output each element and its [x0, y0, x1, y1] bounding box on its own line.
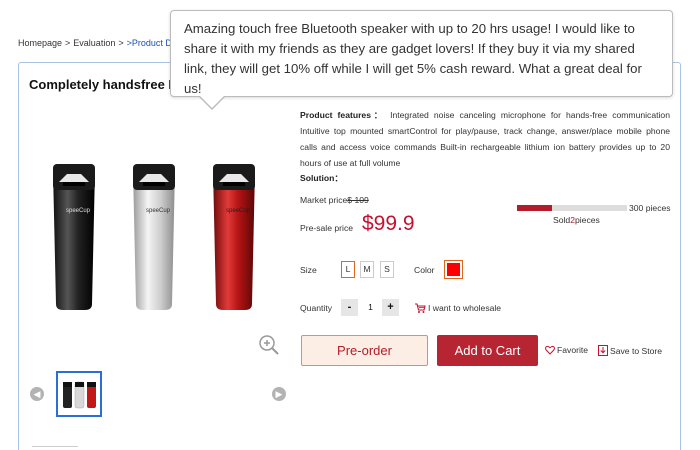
solution-label: Solution：: [300, 173, 343, 183]
save-to-store-button[interactable]: Save to Store: [598, 345, 662, 356]
add-to-cart-button[interactable]: Add to Cart: [437, 335, 538, 366]
sold-count: Sold2pieces: [553, 215, 600, 225]
breadcrumb-separator: >: [65, 38, 71, 48]
preorder-button[interactable]: Pre-order: [301, 335, 428, 366]
svg-text:speeCup: speeCup: [66, 208, 91, 214]
features-label: Product features：: [300, 110, 385, 120]
tooltip-tail-inner: [199, 95, 225, 108]
sold-progress-bar: [517, 205, 627, 211]
quantity-input[interactable]: 1: [362, 299, 379, 316]
favorite-label: Favorite: [557, 345, 589, 355]
product-speakers-image: speeCup speeCup speeCup: [53, 164, 255, 310]
quantity-increase-button[interactable]: +: [382, 299, 399, 316]
favorite-button[interactable]: Favorite: [545, 345, 588, 355]
market-price: Market price$ 109: [300, 195, 369, 205]
breadcrumb-separator: >: [118, 38, 124, 48]
zoom-in-icon[interactable]: [258, 334, 280, 356]
sold-prefix: Sold: [553, 215, 571, 225]
total-pieces: 300 pieces: [629, 203, 671, 213]
cart-icon: [415, 303, 426, 313]
color-swatch-red[interactable]: [444, 260, 463, 279]
product-thumbnail[interactable]: [56, 371, 102, 417]
size-option-l[interactable]: L: [341, 261, 355, 278]
wholesale-link[interactable]: I want to wholesale: [414, 302, 501, 314]
svg-text:speeCup: speeCup: [226, 208, 251, 214]
color-swatch-fill: [447, 263, 460, 276]
product-title: Completely handsfree I: [29, 77, 173, 92]
presale-price-value: $99.9: [362, 212, 415, 235]
product-features: Product features： Integrated noise cance…: [300, 107, 670, 171]
share-tooltip: Amazing touch free Bluetooth speaker wit…: [170, 10, 673, 97]
quantity-label: Quantity: [300, 303, 333, 313]
breadcrumb-evaluation[interactable]: Evaluation: [73, 38, 115, 48]
product-main-image[interactable]: speeCup speeCup speeCup: [45, 160, 265, 315]
market-price-label: Market price: [300, 195, 348, 205]
save-to-store-label: Save to Store: [610, 346, 663, 356]
size-label: Size: [300, 265, 317, 275]
quantity-decrease-button[interactable]: -: [341, 299, 358, 316]
presale-price-label: Pre-sale price: [300, 223, 354, 233]
heart-icon: [545, 345, 555, 355]
size-option-s[interactable]: S: [380, 261, 394, 278]
sold-suffix: pieces: [574, 215, 600, 225]
thumbnail-prev-icon[interactable]: ◀: [30, 387, 44, 401]
sold-progress-fill: [517, 205, 553, 211]
thumbnail-next-icon[interactable]: ▶: [272, 387, 286, 401]
breadcrumb: Homepage > Evaluation > >Product D: [18, 38, 172, 48]
color-label: Color: [414, 265, 435, 275]
download-icon: [598, 345, 608, 356]
size-option-m[interactable]: M: [360, 261, 374, 278]
breadcrumb-current[interactable]: >Product D: [127, 38, 172, 48]
svg-text:speeCup: speeCup: [146, 208, 171, 214]
wholesale-label: I want to wholesale: [428, 303, 502, 313]
market-price-value: $ 109: [347, 195, 369, 205]
bottom-tab-edge: [32, 446, 78, 450]
breadcrumb-home[interactable]: Homepage: [18, 38, 62, 48]
